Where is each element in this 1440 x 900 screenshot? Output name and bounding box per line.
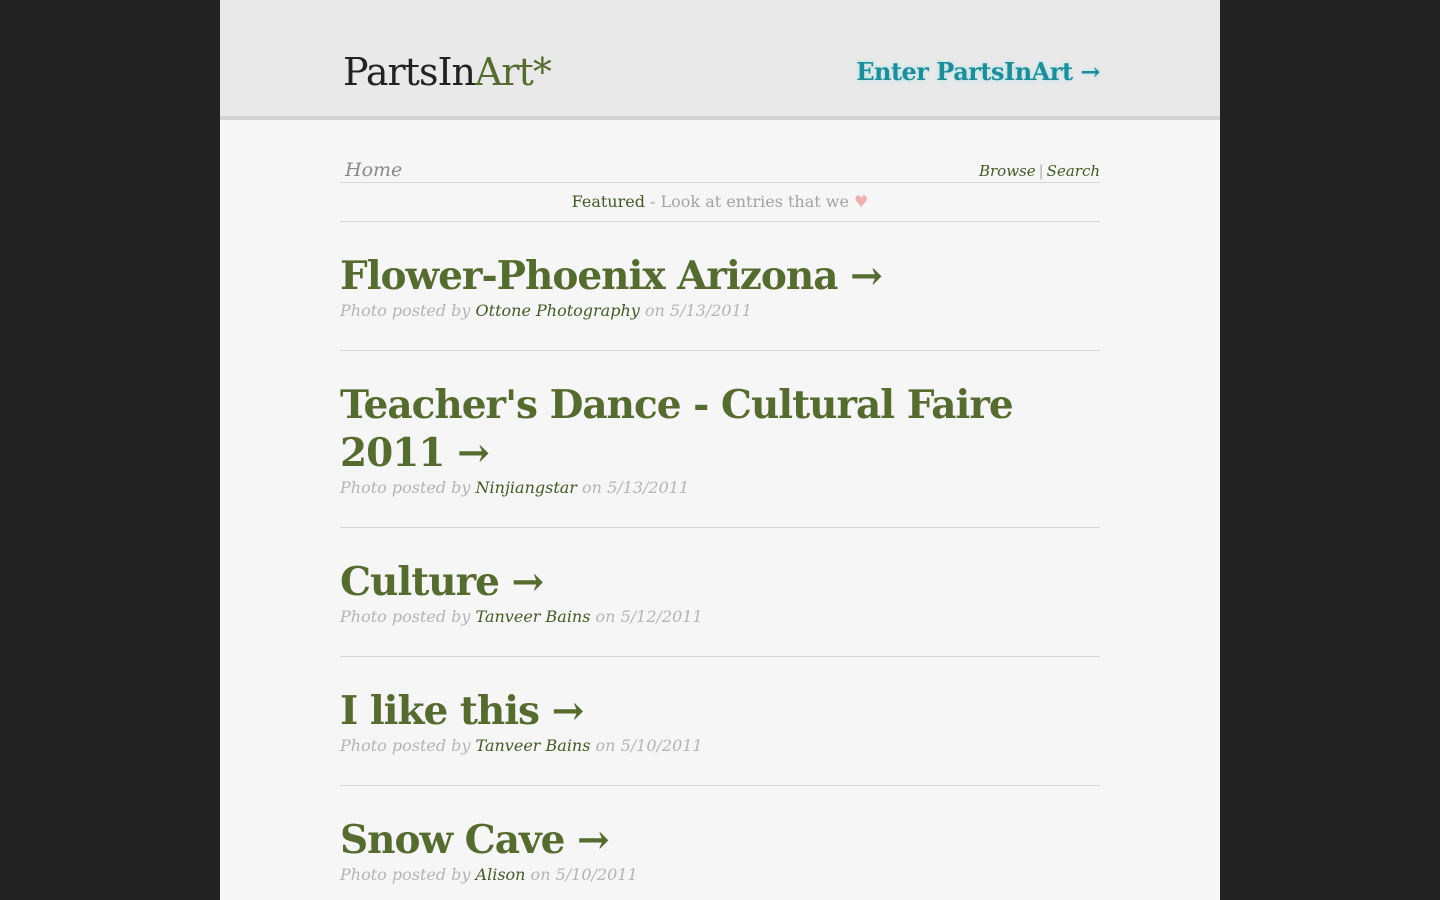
logo-art-text: Art* — [474, 50, 552, 94]
nav-separator: | — [1038, 162, 1044, 180]
heart-icon: ♥ — [854, 192, 869, 211]
entry-title-link[interactable]: I like this → — [340, 687, 1100, 735]
entry-meta-prefix: Photo posted by — [340, 865, 476, 884]
entry-meta: Photo posted by Alison on 5/10/2011 — [340, 864, 1100, 886]
entry-author-link[interactable]: Tanveer Bains — [476, 607, 591, 626]
entry-meta: Photo posted by Tanveer Bains on 5/10/20… — [340, 735, 1100, 757]
entry-author-link[interactable]: Ninjiangstar — [476, 478, 577, 497]
entry-item: Snow Cave → Photo posted by Alison on 5/… — [340, 786, 1100, 900]
nav-search-link[interactable]: Search — [1047, 162, 1100, 180]
entry-title-link[interactable]: Snow Cave → — [340, 816, 1100, 864]
entry-item: I like this → Photo posted by Tanveer Ba… — [340, 657, 1100, 786]
entry-title-link[interactable]: Flower-Phoenix Arizona → — [340, 252, 1100, 300]
nav-right-links: Browse | Search — [979, 162, 1100, 180]
entry-date: on 5/13/2011 — [639, 301, 752, 320]
site-header: PartsInArt* Enter PartsInArt → — [220, 0, 1220, 120]
entry-meta: Photo posted by Ottone Photography on 5/… — [340, 300, 1100, 322]
entry-date: on 5/10/2011 — [525, 865, 638, 884]
entry-author-link[interactable]: Ottone Photography — [476, 301, 640, 320]
featured-description: - Look at entries that we — [644, 192, 855, 211]
entry-item: Culture → Photo posted by Tanveer Bains … — [340, 528, 1100, 657]
logo-text: PartsIn — [343, 50, 476, 94]
entry-date: on 5/12/2011 — [590, 607, 703, 626]
entry-author-link[interactable]: Tanveer Bains — [476, 736, 591, 755]
entry-meta-prefix: Photo posted by — [340, 736, 476, 755]
entry-author-link[interactable]: Alison — [476, 865, 526, 884]
entry-title-link[interactable]: Teacher's Dance - Cultural Faire 2011 → — [340, 381, 1100, 477]
entry-date: on 5/13/2011 — [576, 478, 690, 497]
entry-title-link[interactable]: Culture → — [340, 558, 1100, 606]
main-content: Home Browse | Search Featured - Look at en… — [340, 154, 1100, 900]
featured-label: Featured — [571, 192, 645, 211]
entry-item: Flower-Phoenix Arizona → Photo posted by… — [340, 222, 1100, 351]
entry-meta: Photo posted by Tanveer Bains on 5/12/20… — [340, 606, 1100, 628]
entry-meta-prefix: Photo posted by — [340, 607, 476, 626]
entry-meta-prefix: Photo posted by — [340, 301, 476, 320]
entry-meta: Photo posted by Ninjiangstar on 5/13/201… — [340, 477, 1100, 499]
nav-home-link[interactable]: Home — [345, 159, 402, 181]
entry-meta-prefix: Photo posted by — [340, 478, 476, 497]
nav-browse-link[interactable]: Browse — [979, 162, 1036, 180]
featured-bar: Featured - Look at entries that we ♥ — [340, 183, 1100, 222]
entry-item: Teacher's Dance - Cultural Faire 2011 → … — [340, 351, 1100, 528]
nav-bar: Home Browse | Search — [340, 154, 1100, 183]
page: PartsInArt* Enter PartsInArt → Home Brow… — [220, 0, 1220, 900]
site-logo[interactable]: PartsInArt* — [343, 48, 552, 96]
enter-partsinart-link[interactable]: Enter PartsInArt → — [856, 56, 1100, 88]
entry-date: on 5/10/2011 — [590, 736, 703, 755]
